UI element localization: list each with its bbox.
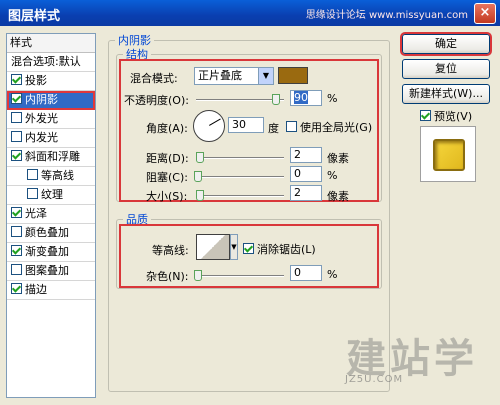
opacity-label: 不透明度(O): xyxy=(124,94,189,107)
choke-slider-track[interactable] xyxy=(196,176,284,178)
reset-button[interactable]: 复位 xyxy=(402,59,490,79)
style-list-item-label: 外发光 xyxy=(25,112,58,125)
size-unit: 像素 xyxy=(327,190,349,203)
distance-label: 距离(D): xyxy=(146,152,189,165)
opacity-input[interactable]: 90 xyxy=(290,90,322,106)
global-light-label: 使用全局光(G) xyxy=(300,121,373,134)
style-list-item[interactable]: 内阴影 xyxy=(7,91,95,110)
checkbox-icon[interactable] xyxy=(11,226,22,237)
style-list-item-label: 颜色叠加 xyxy=(25,226,69,239)
distance-unit: 像素 xyxy=(327,152,349,165)
style-list-item-label: 斜面和浮雕 xyxy=(25,150,80,163)
checkbox-icon[interactable] xyxy=(11,112,22,123)
opacity-slider-track[interactable] xyxy=(196,99,284,101)
checkbox-icon[interactable] xyxy=(11,283,22,294)
size-input[interactable]: 2 xyxy=(290,185,322,201)
style-list-item[interactable]: 纹理 xyxy=(7,186,95,205)
checkbox-icon[interactable] xyxy=(11,150,22,161)
noise-slider-thumb[interactable] xyxy=(194,270,202,281)
choke-unit: % xyxy=(327,169,338,182)
ok-button[interactable]: 确定 xyxy=(400,32,492,56)
size-slider-thumb[interactable] xyxy=(196,190,204,201)
checkbox-icon[interactable] xyxy=(11,93,22,104)
noise-unit: % xyxy=(327,268,338,281)
opacity-slider-thumb[interactable] xyxy=(271,94,280,105)
style-list-item-label: 渐变叠加 xyxy=(25,245,69,258)
style-list-item[interactable]: 混合选项:默认 xyxy=(7,53,95,72)
opacity-value: 90 xyxy=(294,91,308,104)
style-list-item[interactable]: 斜面和浮雕 xyxy=(7,148,95,167)
watermark-sub: JZ5U.COM xyxy=(345,374,404,385)
style-list-item[interactable]: 等高线 xyxy=(7,167,95,186)
contour-preview[interactable] xyxy=(196,234,230,260)
preview-thumbnail xyxy=(420,126,476,182)
blend-color-swatch[interactable] xyxy=(278,67,308,84)
choke-input[interactable]: 0 xyxy=(290,166,322,182)
angle-label: 角度(A): xyxy=(146,122,188,135)
style-list-item[interactable]: 图案叠加 xyxy=(7,262,95,281)
noise-input[interactable]: 0 xyxy=(290,265,322,281)
style-list-item-label: 内发光 xyxy=(25,131,58,144)
style-list-item[interactable]: 描边 xyxy=(7,281,95,300)
style-list-item-label: 图案叠加 xyxy=(25,264,69,277)
antialias-checkbox[interactable]: 消除锯齿(L) xyxy=(243,241,316,257)
window-title: 图层样式 xyxy=(8,9,61,24)
watermark-top: 思缘设计论坛 www.missyuan.com xyxy=(305,10,468,21)
checkbox-icon[interactable] xyxy=(27,169,38,180)
checkbox-icon[interactable] xyxy=(11,74,22,85)
style-list-item[interactable]: 渐变叠加 xyxy=(7,243,95,262)
blend-mode-label: 混合模式: xyxy=(130,72,178,85)
checkbox-icon xyxy=(286,121,297,132)
blend-mode-value: 正片叠底 xyxy=(198,69,242,82)
choke-slider-thumb[interactable] xyxy=(194,171,202,182)
checkbox-icon[interactable] xyxy=(11,264,22,275)
choke-label: 阻塞(C): xyxy=(146,171,188,184)
style-list-item[interactable]: 颜色叠加 xyxy=(7,224,95,243)
preview-swatch xyxy=(433,139,465,171)
angle-input[interactable]: 30 xyxy=(228,117,264,133)
style-list-item-label: 描边 xyxy=(25,283,47,296)
distance-slider-track[interactable] xyxy=(196,157,284,159)
checkbox-icon[interactable] xyxy=(11,245,22,256)
distance-input[interactable]: 2 xyxy=(290,147,322,163)
size-label: 大小(S): xyxy=(146,190,188,203)
close-button[interactable]: × xyxy=(474,3,496,24)
checkbox-icon[interactable] xyxy=(11,207,22,218)
style-list-item-label: 光泽 xyxy=(25,207,47,220)
style-list-item-label: 等高线 xyxy=(41,169,74,182)
noise-slider-track[interactable] xyxy=(196,275,284,277)
distance-slider-thumb[interactable] xyxy=(196,152,204,163)
checkbox-icon[interactable] xyxy=(11,131,22,142)
preview-checkbox[interactable]: 预览(V) xyxy=(420,108,472,124)
size-slider-track[interactable] xyxy=(196,195,284,197)
style-list-item-label: 混合选项:默认 xyxy=(11,55,81,68)
chevron-down-icon[interactable]: ▼ xyxy=(230,234,238,260)
blend-mode-select[interactable]: 正片叠底 ▼ xyxy=(194,67,274,85)
checkbox-icon xyxy=(420,110,431,121)
title-bar[interactable]: 图层样式 思缘设计论坛 www.missyuan.com × xyxy=(0,0,500,26)
style-list-item-label: 投影 xyxy=(25,74,47,87)
style-list-item[interactable]: 外发光 xyxy=(7,110,95,129)
global-light-checkbox[interactable]: 使用全局光(G) xyxy=(286,119,372,135)
chevron-down-icon: ▼ xyxy=(258,68,273,84)
noise-label: 杂色(N): xyxy=(146,270,189,283)
contour-label: 等高线: xyxy=(152,244,189,257)
opacity-unit: % xyxy=(327,92,338,105)
style-list-item[interactable]: 投影 xyxy=(7,72,95,91)
style-list-item-label: 纹理 xyxy=(41,188,63,201)
new-style-button[interactable]: 新建样式(W)... xyxy=(402,84,490,104)
style-list-header[interactable]: 样式 xyxy=(7,34,95,53)
style-list-item-label: 内阴影 xyxy=(25,93,58,106)
style-list: 样式 混合选项:默认投影内阴影外发光内发光斜面和浮雕等高线纹理光泽颜色叠加渐变叠… xyxy=(6,33,96,398)
style-list-item[interactable]: 内发光 xyxy=(7,129,95,148)
angle-unit: 度 xyxy=(268,122,279,135)
preview-label: 预览(V) xyxy=(434,110,473,123)
angle-dial[interactable] xyxy=(193,110,225,142)
checkbox-icon xyxy=(243,243,254,254)
checkbox-icon[interactable] xyxy=(27,188,38,199)
style-list-item[interactable]: 光泽 xyxy=(7,205,95,224)
antialias-label: 消除锯齿(L) xyxy=(257,243,316,256)
